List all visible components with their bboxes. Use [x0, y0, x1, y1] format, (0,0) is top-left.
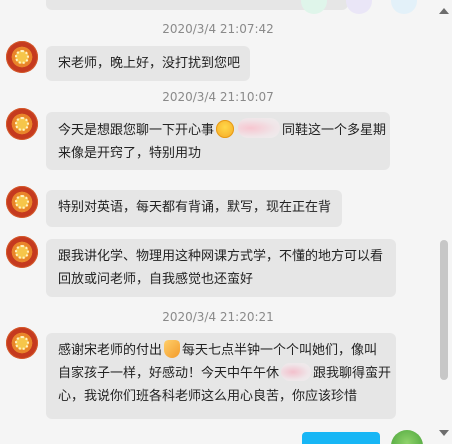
vertical-scrollbar[interactable] — [436, 0, 452, 444]
message-timestamp: 2020/3/4 21:20:21 — [162, 310, 274, 324]
scroll-down-icon[interactable] — [439, 430, 449, 436]
reaction-icon[interactable] — [346, 0, 372, 14]
message-text: 来像是开窍了，特别用功 — [58, 146, 202, 161]
message-bubble[interactable]: 特别对英语，每天都有背诵，默写，现在正在背 — [46, 190, 342, 227]
sunflower-avatar[interactable] — [6, 186, 38, 218]
message-text: 跟我讲化学、物理用这种网课方式学，不懂的地方可以看 — [58, 249, 384, 264]
reaction-icon[interactable] — [391, 0, 417, 14]
sunflower-avatar[interactable] — [6, 327, 38, 359]
folded-hands-icon — [164, 340, 181, 358]
message-text: 宋老师，晚上好，没打扰到您吧 — [58, 56, 241, 71]
message-text: 特别对英语，每天都有背诵，默写，现在正在背 — [58, 200, 332, 215]
sunflower-avatar[interactable] — [6, 108, 38, 140]
message-timestamp: 2020/3/4 21:10:07 — [162, 90, 274, 104]
message-text: 感谢宋老师的付出 — [58, 343, 163, 358]
user-avatar[interactable] — [391, 430, 423, 444]
sunflower-avatar[interactable] — [6, 236, 38, 268]
reaction-icon[interactable] — [301, 0, 327, 14]
scroll-thumb[interactable] — [440, 240, 448, 380]
chat-history: 2020/3/4 21:07:42 宋老师，晚上好，没打扰到您吧 2020/3/… — [0, 0, 436, 444]
grinning-face-icon — [216, 120, 235, 138]
message-text: 跟我聊得蛮开 — [313, 366, 392, 381]
message-text: 今天是想跟您聊一下开心事 — [58, 123, 215, 138]
blurred-name-sticker — [238, 118, 281, 138]
blurred-name-sticker — [281, 363, 312, 381]
message-text: 每天七点半钟一个个叫她们，像叫 — [182, 343, 378, 358]
message-text: 自家孩子一样，好感动！今天中午午休 — [58, 366, 280, 381]
sunflower-avatar[interactable] — [6, 41, 38, 73]
scroll-up-icon[interactable] — [439, 8, 449, 14]
message-bubble[interactable]: 跟我讲化学、物理用这种网课方式学，不懂的地方可以看 回放或问老师，自我感觉也还蛮… — [46, 239, 396, 297]
message-text: 回放或问老师，自我感觉也还蛮好 — [58, 272, 254, 287]
message-text: 同鞋这一个多星期 — [282, 123, 387, 138]
message-text: 心，我说你们班各科老师这么用心良苦，你应该珍惜 — [58, 389, 358, 404]
message-timestamp: 2020/3/4 21:07:42 — [162, 22, 274, 36]
message-bubble[interactable]: 感谢宋老师的付出 每天七点半钟一个个叫她们，像叫 自家孩子一样，好感动！今天中午午… — [46, 333, 396, 419]
message-bubble[interactable]: 宋老师，晚上好，没打扰到您吧 — [46, 46, 250, 81]
outgoing-message-bubble[interactable] — [302, 432, 380, 444]
message-bubble[interactable]: 今天是想跟您聊一下开心事 同鞋这一个多星期 来像是开窍了，特别用功 — [46, 112, 390, 170]
